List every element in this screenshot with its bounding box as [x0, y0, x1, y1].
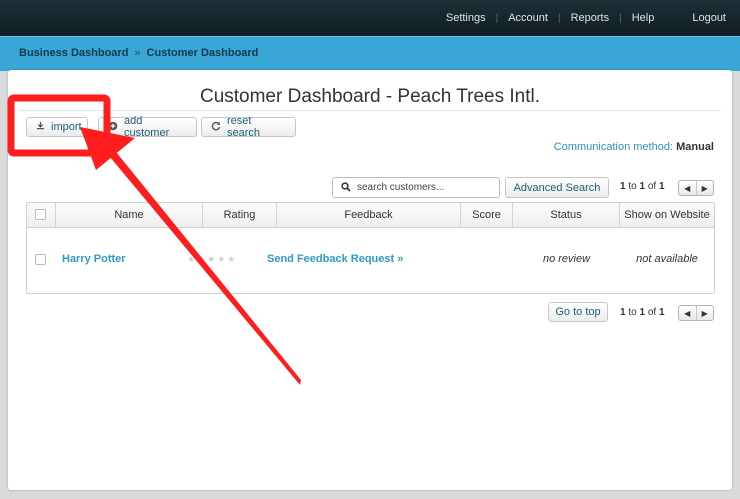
- pager-total: 1: [658, 307, 665, 318]
- triangle-left-icon[interactable]: ◀: [679, 306, 697, 320]
- add-customer-button[interactable]: add customer: [98, 115, 197, 139]
- customers-table: Name Rating Feedback Score Status Show o…: [26, 202, 715, 294]
- breadcrumb-customer-dashboard: Customer Dashboard: [146, 47, 259, 59]
- pager-buttons-bottom: ◀ ▶: [678, 305, 714, 321]
- import-label: import: [51, 121, 82, 133]
- nav-help[interactable]: Help: [622, 12, 665, 24]
- column-header-status[interactable]: Status: [513, 203, 620, 227]
- select-all-checkbox[interactable]: [35, 209, 46, 220]
- breadcrumb-bar: Business Dashboard » Customer Dashboard: [0, 36, 740, 71]
- search-box: [332, 177, 500, 198]
- reset-search-button[interactable]: reset search: [201, 115, 296, 139]
- nav-settings[interactable]: Settings: [436, 12, 496, 24]
- pager-from: 1: [620, 181, 626, 192]
- pager-of-word: of: [647, 181, 657, 192]
- pager-from: 1: [620, 307, 626, 318]
- plus-circle-icon: [108, 121, 118, 134]
- communication-method: Communication method: Manual: [554, 141, 714, 153]
- search-input[interactable]: [357, 182, 497, 193]
- pager-total: 1: [658, 181, 665, 192]
- customer-name-link[interactable]: Harry Potter: [62, 253, 126, 265]
- top-nav-menu: Settings | Account | Reports | Help Logo…: [436, 0, 726, 36]
- column-header-score[interactable]: Score: [461, 203, 513, 227]
- show-on-website-cell: not available: [636, 253, 698, 265]
- triangle-right-icon[interactable]: ▶: [697, 306, 714, 320]
- communication-method-value: Manual: [676, 141, 714, 153]
- pager-summary-bottom: 1 to 1 of 1: [620, 307, 665, 318]
- import-button[interactable]: import: [26, 117, 88, 137]
- status-cell: no review: [542, 253, 591, 265]
- table-header: Name Rating Feedback Score Status Show o…: [27, 203, 714, 228]
- breadcrumb-separator: »: [134, 47, 141, 59]
- pager-summary-top: 1 to 1 of 1: [620, 181, 665, 192]
- nav-logout[interactable]: Logout: [682, 12, 726, 24]
- search-icon: [341, 179, 351, 197]
- top-navigation-bar: Settings | Account | Reports | Help Logo…: [0, 0, 740, 36]
- advanced-search-label: Advanced Search: [513, 181, 601, 194]
- advanced-search-button[interactable]: Advanced Search: [505, 177, 609, 198]
- pager-to: 1: [639, 181, 646, 192]
- reset-search-label: reset search: [227, 115, 261, 139]
- column-header-feedback[interactable]: Feedback: [277, 203, 461, 227]
- column-header-show-on-website[interactable]: Show on Website: [620, 203, 714, 227]
- column-header-rating[interactable]: Rating: [203, 203, 277, 227]
- pager-to-word: to: [628, 307, 637, 318]
- refresh-icon: [211, 121, 221, 134]
- nav-reports[interactable]: Reports: [561, 12, 620, 24]
- communication-method-label: Communication method:: [553, 141, 674, 153]
- add-customer-label: add customer: [124, 115, 170, 139]
- nav-account[interactable]: Account: [498, 12, 558, 24]
- breadcrumb-business-dashboard[interactable]: Business Dashboard: [19, 47, 128, 59]
- download-icon: [36, 121, 45, 133]
- pager-to: 1: [639, 307, 646, 318]
- pager-buttons-top: ◀ ▶: [678, 180, 714, 196]
- breadcrumb: Business Dashboard » Customer Dashboard: [19, 47, 258, 59]
- pager-to-word: to: [628, 181, 637, 192]
- row-checkbox[interactable]: [35, 254, 46, 265]
- page-title: Customer Dashboard - Peach Trees Intl.: [199, 86, 541, 107]
- rating-stars[interactable]: ★★★★★: [187, 254, 237, 265]
- title-divider: [19, 110, 721, 111]
- column-header-name[interactable]: Name: [56, 203, 203, 227]
- pager-of-word: of: [647, 307, 657, 318]
- go-to-top-button[interactable]: Go to top: [548, 302, 608, 322]
- header-select-cell: [27, 203, 56, 227]
- triangle-right-icon[interactable]: ▶: [697, 181, 714, 195]
- send-feedback-request-link[interactable]: Send Feedback Request »: [267, 253, 403, 265]
- triangle-left-icon[interactable]: ◀: [679, 181, 697, 195]
